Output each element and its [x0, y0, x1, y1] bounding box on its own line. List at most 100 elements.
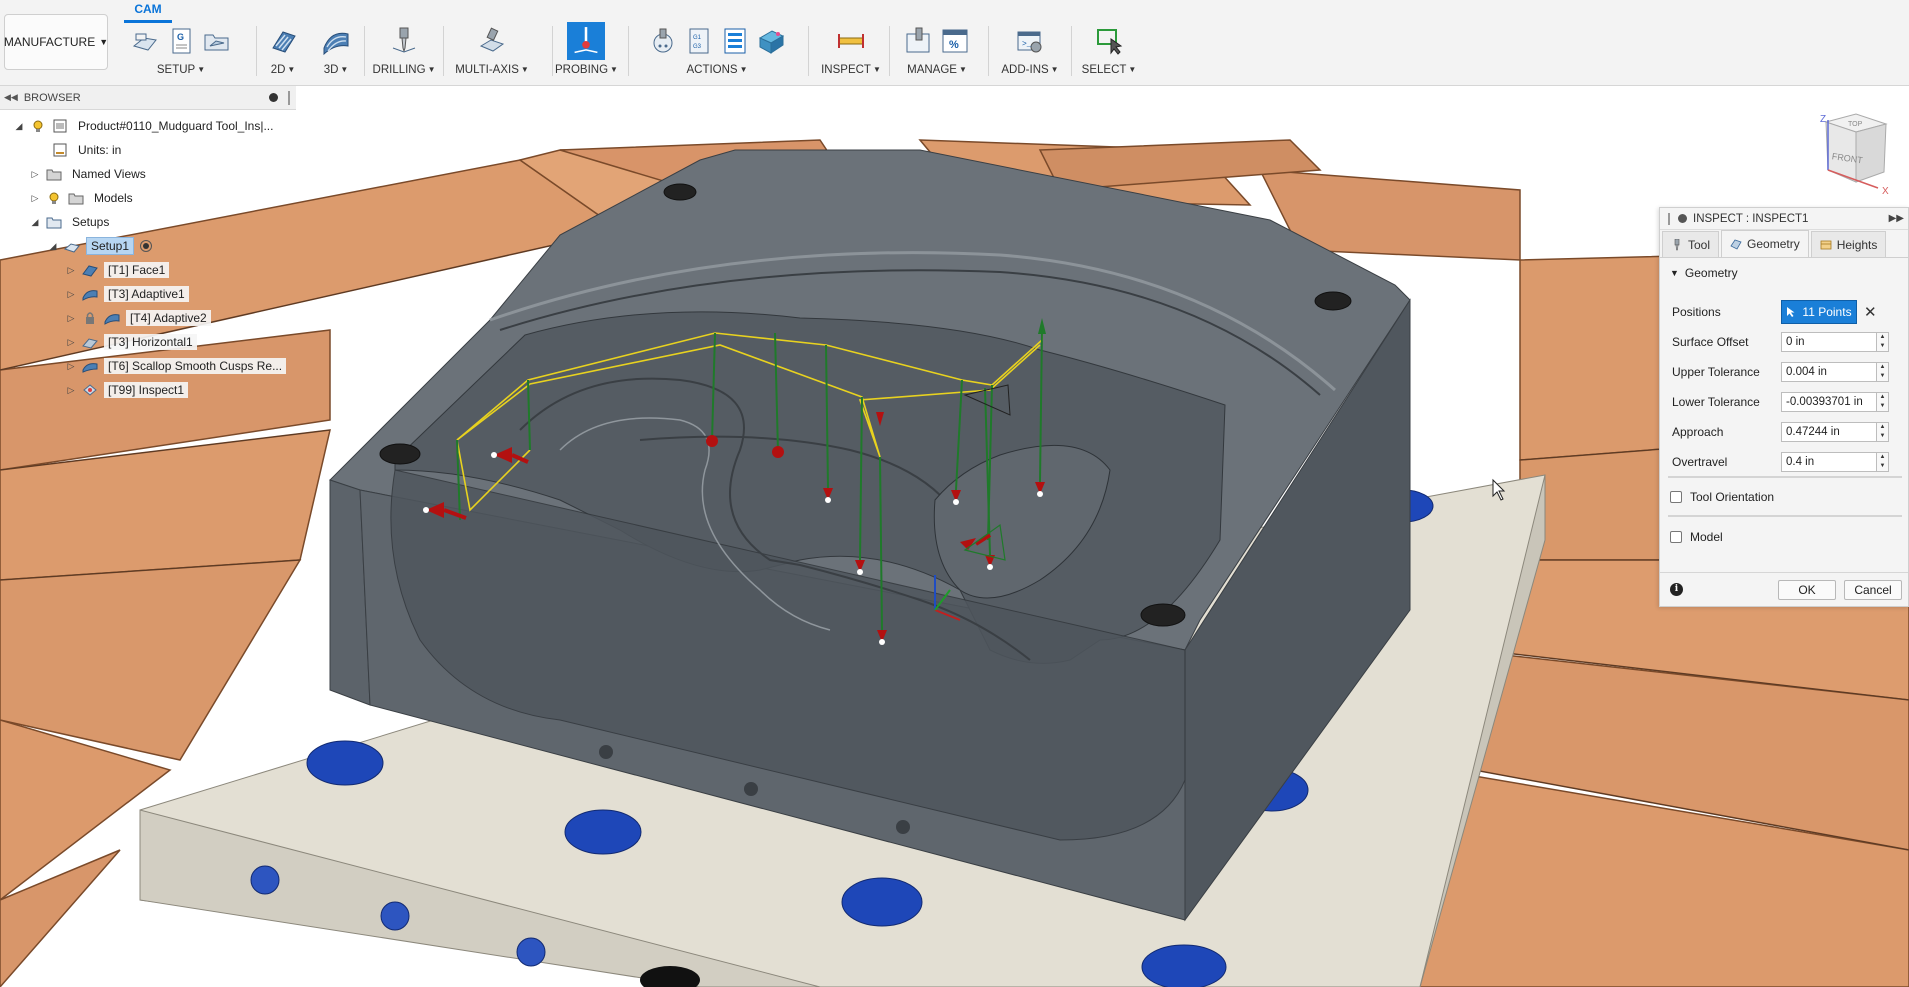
scripts-addins-icon[interactable]: >_ — [1015, 26, 1045, 56]
add-ins-group[interactable]: >_ ADD-INS ▼ — [994, 22, 1066, 82]
tree-item-units[interactable]: Units: in — [52, 140, 125, 160]
tool-library-icon[interactable] — [904, 26, 934, 56]
inspect-group[interactable]: INSPECT ▼ — [818, 22, 884, 82]
templates-icon[interactable]: % — [940, 26, 970, 56]
measure-icon[interactable] — [836, 26, 866, 56]
tool-orientation-row[interactable]: Tool Orientation — [1670, 490, 1774, 504]
surface-offset-stepper[interactable]: ▲ ▼ — [1877, 332, 1889, 352]
post-process-icon[interactable]: G1 G3 — [684, 26, 714, 56]
workspace-switcher[interactable]: MANUFACTURE ▼ — [4, 14, 108, 70]
active-radio-icon[interactable] — [140, 240, 153, 252]
tree-item-face1[interactable]: ▷ [T1] Face1 — [66, 260, 170, 280]
geometry-icon — [1730, 239, 1742, 250]
lightbulb-icon[interactable] — [30, 119, 46, 133]
clear-selection-icon[interactable]: ✕ — [1864, 303, 1877, 321]
tree-item-setups[interactable]: ◢ Setups — [30, 212, 113, 232]
expand-arrow-icon[interactable]: ▷ — [66, 265, 76, 276]
info-icon[interactable]: i — [1670, 583, 1683, 596]
collapse-arrow-icon[interactable]: ◢ — [14, 121, 24, 132]
expand-arrow-icon[interactable]: ▷ — [66, 385, 76, 396]
lower-tolerance-input[interactable] — [1781, 392, 1877, 412]
tree-item-setup1[interactable]: ◢ Setup1 — [48, 236, 153, 256]
tool-orientation-checkbox[interactable] — [1670, 491, 1682, 503]
setup-group[interactable]: G SETUP ▼ — [122, 22, 240, 82]
pin-icon[interactable] — [269, 93, 278, 102]
3d-toolpath-icon[interactable] — [321, 26, 351, 56]
expand-arrow-icon[interactable]: ▷ — [30, 193, 40, 204]
process-icon[interactable] — [756, 26, 786, 56]
tab-tool-label: Tool — [1688, 237, 1711, 252]
tree-item-inspect1[interactable]: ▷ [T99] Inspect1 — [66, 380, 189, 400]
3d-group[interactable]: 3D ▼ — [314, 22, 358, 82]
expand-arrow-icon[interactable]: ▷ — [66, 289, 76, 300]
collapse-arrow-icon[interactable]: ◢ — [30, 217, 40, 228]
upper-tolerance-input[interactable] — [1781, 362, 1877, 382]
geometry-section-header[interactable]: ▼ Geometry — [1660, 258, 1908, 282]
dialog-title-bar[interactable]: INSPECT : INSPECT1 ▶▶ — [1660, 208, 1908, 230]
drill-icon[interactable] — [389, 26, 419, 56]
collapse-arrow-icon[interactable]: ▼ — [1670, 268, 1679, 278]
manage-group[interactable]: % MANAGE ▼ — [896, 22, 978, 82]
probing-icon[interactable] — [567, 22, 605, 60]
overtravel-input[interactable] — [1781, 452, 1877, 472]
browser-panel: ◀◀ BROWSER ◢ Product#0110_Mudguard Tool_… — [0, 86, 296, 416]
select-icon[interactable] — [1094, 26, 1124, 56]
approach-stepper[interactable]: ▲ ▼ — [1877, 422, 1889, 442]
cancel-button[interactable]: Cancel — [1844, 579, 1902, 600]
document-name: Product#0110_Mudguard Tool_Ins|... — [78, 119, 274, 133]
ok-button[interactable]: OK — [1778, 579, 1836, 600]
tab-tool[interactable]: Tool — [1662, 231, 1720, 257]
probing-group[interactable]: PROBING ▼ — [555, 22, 618, 82]
tree-item-horizontal1[interactable]: ▷ [T3] Horizontal1 — [66, 332, 197, 352]
nc-program-icon[interactable]: G — [166, 26, 196, 56]
tree-item-adaptive1[interactable]: ▷ [T3] Adaptive1 — [66, 284, 189, 304]
model-checkbox[interactable] — [1670, 531, 1682, 543]
tab-geometry[interactable]: Geometry — [1721, 230, 1809, 257]
lock-icon — [86, 312, 94, 324]
actions-group[interactable]: G1 G3 ACTIONS ▼ — [636, 22, 798, 82]
x-axis-label: X — [1882, 186, 1889, 197]
select-group[interactable]: SELECT ▼ — [1078, 22, 1140, 82]
browser-title: BROWSER — [23, 91, 81, 104]
panel-grip-icon[interactable] — [288, 90, 290, 105]
expand-arrow-icon[interactable]: ▷ — [30, 169, 40, 180]
model-row[interactable]: Model — [1670, 530, 1723, 544]
tree-item-adaptive2[interactable]: ▷ [T4] Adaptive2 — [66, 308, 211, 328]
expand-arrow-icon[interactable]: ▷ — [66, 313, 76, 324]
tree-item-document[interactable]: ◢ Product#0110_Mudguard Tool_Ins|... — [14, 116, 277, 136]
upper-tolerance-stepper[interactable]: ▲ ▼ — [1877, 362, 1889, 382]
2d-toolpath-icon[interactable] — [268, 26, 298, 56]
viewcube-top-label[interactable]: TOP — [1848, 121, 1863, 128]
drilling-group[interactable]: DRILLING ▼ — [370, 22, 438, 82]
collapse-arrow-icon[interactable]: ◢ — [48, 241, 58, 252]
scallop-operation-icon — [82, 363, 98, 373]
tab-heights[interactable]: Heights — [1810, 231, 1887, 257]
section-divider — [1668, 515, 1902, 517]
expand-icon[interactable]: ▶▶ — [1889, 213, 1904, 224]
drilling-label: DRILLING — [372, 64, 426, 76]
viewcube[interactable]: TOP FRONT Z X — [1808, 108, 1900, 200]
simulate-icon[interactable] — [648, 26, 678, 56]
setup-icon[interactable] — [130, 26, 160, 56]
expand-arrow-icon[interactable]: ▷ — [66, 361, 76, 372]
setup-sheet-icon[interactable] — [720, 26, 750, 56]
expand-arrow-icon[interactable]: ▷ — [66, 337, 76, 348]
face1-label: [T1] Face1 — [104, 262, 170, 278]
multi-axis-icon[interactable] — [477, 26, 507, 56]
collapse-icon[interactable]: ◀◀ — [4, 92, 18, 103]
2d-group[interactable]: 2D ▼ — [260, 22, 306, 82]
tree-item-scallop[interactable]: ▷ [T6] Scallop Smooth Cusps Re... — [66, 356, 287, 376]
approach-input[interactable] — [1781, 422, 1877, 442]
tree-item-models[interactable]: ▷ Models — [30, 188, 137, 208]
lightbulb-icon[interactable] — [46, 191, 62, 205]
lower-tolerance-stepper[interactable]: ▲ ▼ — [1877, 392, 1889, 412]
overtravel-stepper[interactable]: ▲ ▼ — [1877, 452, 1889, 472]
multi-axis-group[interactable]: MULTI-AXIS ▼ — [452, 22, 532, 82]
drag-handle-icon[interactable] — [1668, 212, 1670, 225]
folder-setup-icon[interactable] — [202, 26, 232, 56]
separator — [988, 26, 989, 76]
positions-selection-button[interactable]: 11 Points — [1781, 300, 1857, 324]
tree-item-named-views[interactable]: ▷ Named Views — [30, 164, 150, 184]
folder-icon — [46, 169, 62, 181]
surface-offset-input[interactable] — [1781, 332, 1877, 352]
